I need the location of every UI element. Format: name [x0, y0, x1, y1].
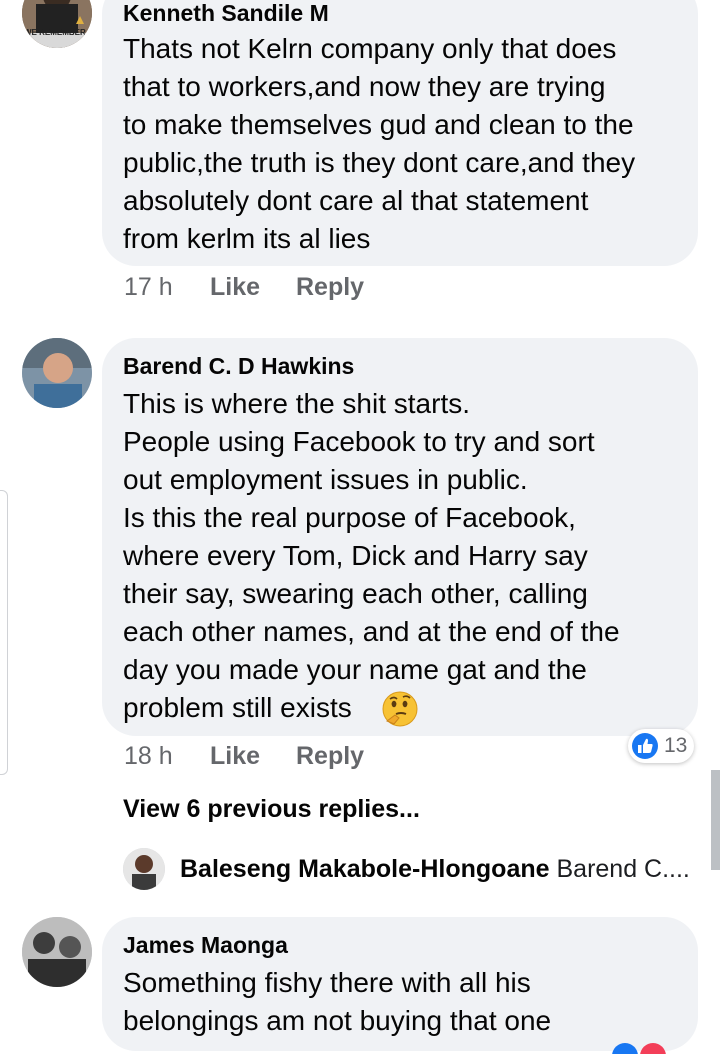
- comment-line: to make themselves gud and clean to the: [123, 109, 634, 140]
- like-thumb-icon: [632, 733, 658, 759]
- avatar-james[interactable]: [22, 917, 92, 987]
- avatar-kenneth[interactable]: WE REMEMBER: [22, 0, 92, 48]
- view-previous-replies-link[interactable]: View 6 previous replies...: [123, 794, 420, 824]
- reaction-summary[interactable]: 13: [628, 729, 694, 763]
- comment-timestamp[interactable]: 18 h: [124, 741, 173, 771]
- comment-line: each other names, and at the end of the: [123, 616, 620, 647]
- comment-bubble-barend: Barend C. D Hawkins This is where the sh…: [102, 338, 698, 736]
- comment-line: where every Tom, Dick and Harry say: [123, 540, 588, 571]
- avatar-barend-image: [22, 338, 92, 408]
- comment-line: out employment issues in public.: [123, 464, 528, 495]
- reply-button[interactable]: Reply: [296, 741, 364, 771]
- comment-line: absolutely dont care al that statement: [123, 185, 589, 216]
- like-reaction-icon: [612, 1043, 638, 1054]
- reply-preview[interactable]: Baleseng Makabole-Hlongoane Barend C....: [180, 854, 690, 884]
- comment-timestamp[interactable]: 17 h: [124, 272, 173, 302]
- comment-line: their say, swearing each other, calling: [123, 578, 588, 609]
- like-button[interactable]: Like: [210, 272, 260, 302]
- comment-line: Is this the real purpose of Facebook,: [123, 502, 576, 533]
- comment-line: from kerlm its al lies: [123, 223, 371, 254]
- reaction-count: 13: [664, 734, 688, 757]
- comment-line: belongings am not buying that one: [123, 1005, 552, 1036]
- comment-line: People using Facebook to try and sort: [123, 426, 595, 457]
- comment-author[interactable]: James Maonga: [123, 931, 288, 959]
- comment-line: Thats not Kelrn company only that does: [123, 33, 617, 64]
- avatar-baleseng[interactable]: [123, 848, 165, 890]
- comment-line: that to workers,and now they are trying: [123, 71, 606, 102]
- love-reaction-icon: [640, 1043, 666, 1054]
- reply-preview-author: Baleseng Makabole-Hlongoane: [180, 855, 550, 883]
- comment-bubble-kenneth: Kenneth Sandile M Thats not Kelrn compan…: [102, 0, 698, 266]
- comment-author[interactable]: Barend C. D Hawkins: [123, 352, 354, 380]
- comment-line: problem still exists: [123, 692, 352, 723]
- avatar-james-image: [22, 917, 92, 987]
- comment-line: day you made your name gat and the: [123, 654, 587, 685]
- left-edge-divider: [0, 490, 8, 775]
- avatar-barend[interactable]: [22, 338, 92, 408]
- comment-bubble-james: James Maonga Something fishy there with …: [102, 917, 698, 1051]
- avatar-baleseng-image: [123, 848, 165, 890]
- reply-preview-snippet: Barend C....: [556, 855, 690, 883]
- reply-button[interactable]: Reply: [296, 272, 364, 302]
- scrollbar-thumb[interactable]: [711, 770, 720, 870]
- thinking-face-icon: [382, 691, 418, 727]
- comment-line: This is where the shit starts.: [123, 388, 471, 419]
- comment-line: Something fishy there with all his: [123, 967, 531, 998]
- avatar-badge-text: WE REMEMBER: [24, 28, 86, 37]
- like-button[interactable]: Like: [210, 741, 260, 771]
- avatar-kenneth-image: [22, 0, 92, 48]
- comment-author[interactable]: Kenneth Sandile M: [123, 0, 329, 27]
- comment-line: public,the truth is they dont care,and t…: [123, 147, 636, 178]
